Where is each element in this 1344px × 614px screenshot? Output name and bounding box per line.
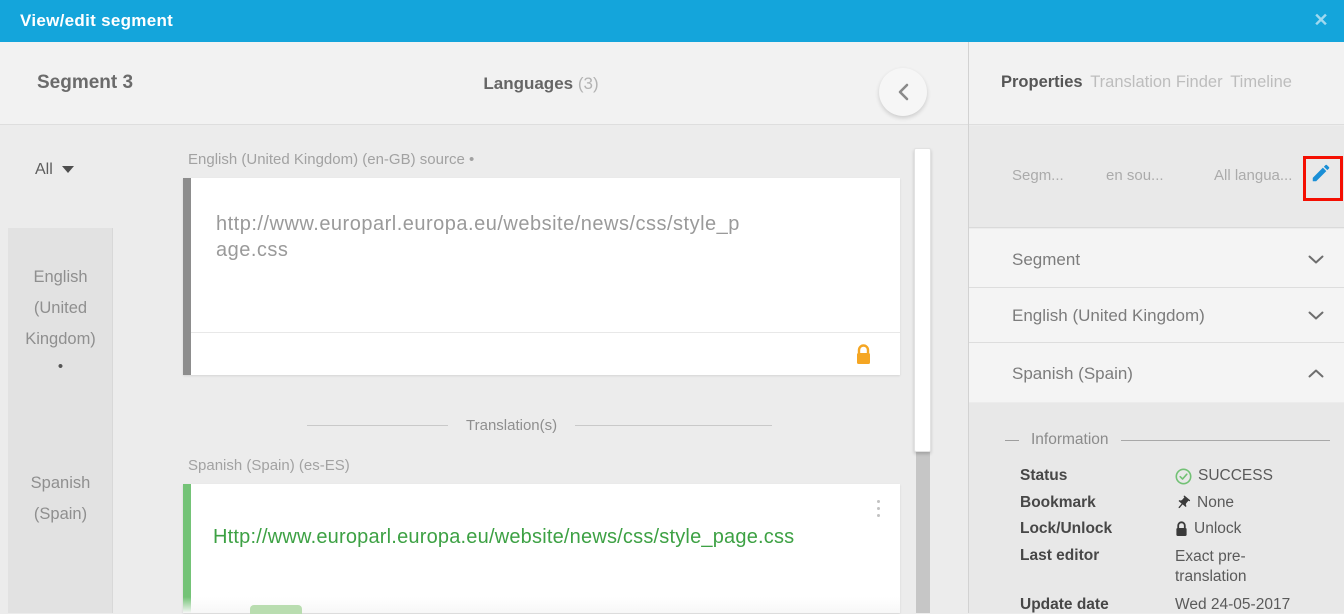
scrollbar-track[interactable]	[916, 450, 930, 613]
info-row-bookmark: Bookmark None	[1020, 494, 1334, 512]
language-filter-label: All	[35, 161, 53, 178]
target-segment-text: Http://www.europarl.europa.eu/website/ne…	[213, 526, 860, 549]
target-segment-box[interactable]: Http://www.europarl.europa.eu/website/ne…	[183, 484, 900, 613]
info-label: Update date	[1020, 596, 1175, 614]
info-value-text: Wed 24-05-2017	[1175, 596, 1290, 614]
accordion-segment[interactable]: Segment	[969, 229, 1344, 288]
info-row-last-editor: Last editor Exact pre-translation	[1020, 547, 1334, 587]
tab-timeline[interactable]: Timeline	[1230, 73, 1292, 92]
chevron-left-icon	[898, 83, 909, 101]
info-value-text: Unlock	[1194, 520, 1241, 538]
filter-en-source[interactable]: en sou...	[1106, 167, 1164, 184]
info-label: Lock/Unlock	[1020, 520, 1175, 538]
info-label: Bookmark	[1020, 494, 1175, 512]
check-circle-icon	[1175, 468, 1192, 485]
languages-heading: Languages (3)	[401, 74, 681, 94]
information-title: Information	[1019, 431, 1121, 449]
info-row-lock: Lock/Unlock Unlock	[1020, 520, 1334, 538]
properties-accordion: Segment English (United Kingdom) Spanish…	[969, 229, 1344, 402]
caret-down-icon	[62, 166, 74, 173]
pin-icon	[1175, 495, 1191, 511]
accordion-english-uk[interactable]: English (United Kingdom)	[969, 288, 1344, 343]
source-language-label: English (United Kingdom) (en-GB) source …	[188, 151, 474, 168]
sidebar-item-spanish-spain[interactable]: Spanish (Spain)	[8, 468, 113, 530]
info-row-update-date: Update date Wed 24-05-2017	[1020, 596, 1334, 614]
filter-all-languages[interactable]: All langua...	[1214, 167, 1292, 184]
segment-title: Segment 3	[37, 72, 133, 94]
language-rail: English (United Kingdom) • Spanish (Spai…	[8, 228, 113, 613]
accordion-label: Segment	[1012, 250, 1080, 270]
accordion-label: English (United Kingdom)	[1012, 306, 1205, 326]
rail-item-label: English (United Kingdom)	[25, 268, 96, 348]
target-language-label: Spanish (Spain) (es-ES)	[188, 457, 350, 474]
info-label: Status	[1020, 467, 1175, 485]
info-value-text: None	[1197, 494, 1234, 512]
language-filter-dropdown[interactable]: All	[35, 161, 74, 179]
chevron-down-icon	[1308, 255, 1324, 264]
close-icon[interactable]: ✕	[1309, 8, 1333, 32]
source-segment-box[interactable]: http://www.europarl.europa.eu/website/ne…	[183, 178, 900, 375]
status-bullet: •	[8, 355, 113, 379]
chevron-down-icon	[1308, 311, 1324, 320]
accordion-spanish-spain[interactable]: Spanish (Spain)	[969, 343, 1344, 402]
rail-item-label: Spanish (Spain)	[31, 474, 91, 523]
tab-translation-finder[interactable]: Translation Finder	[1090, 73, 1222, 92]
source-segment-text: http://www.europarl.europa.eu/website/ne…	[216, 211, 880, 263]
information-section: Information Status SUCCESS Bookmark None	[969, 403, 1344, 613]
annotation-highlight	[1303, 156, 1343, 201]
kebab-menu-icon[interactable]	[874, 500, 882, 521]
lock-icon	[1175, 521, 1188, 537]
languages-count: (3)	[578, 74, 599, 93]
accordion-label: Spanish (Spain)	[1012, 364, 1133, 384]
translations-divider: Translation(s)	[307, 417, 772, 434]
properties-subheader: Segm... en sou... All langua...	[969, 126, 1344, 228]
info-value-text: Exact pre-translation	[1175, 547, 1300, 587]
modal-title: View/edit segment	[20, 11, 173, 31]
sidebar-item-english-uk[interactable]: English (United Kingdom) •	[8, 262, 113, 379]
chevron-up-icon	[1308, 369, 1324, 378]
translations-divider-label: Translation(s)	[448, 417, 575, 434]
languages-label: Languages	[483, 74, 573, 93]
modal-title-bar: View/edit segment ✕	[0, 0, 1344, 42]
information-header: Information	[1005, 431, 1330, 449]
filter-segment[interactable]: Segm...	[1012, 167, 1064, 184]
lock-icon[interactable]	[855, 344, 872, 365]
info-label: Last editor	[1020, 547, 1175, 587]
source-footer	[191, 332, 900, 375]
info-row-status: Status SUCCESS	[1020, 467, 1334, 485]
scrollbar-thumb[interactable]	[914, 148, 931, 452]
properties-tab-bar: Properties Translation Finder Timeline	[1001, 73, 1344, 92]
info-value-text: SUCCESS	[1198, 467, 1273, 485]
collapse-panel-button[interactable]	[879, 68, 927, 116]
tab-properties[interactable]: Properties	[1001, 73, 1083, 92]
